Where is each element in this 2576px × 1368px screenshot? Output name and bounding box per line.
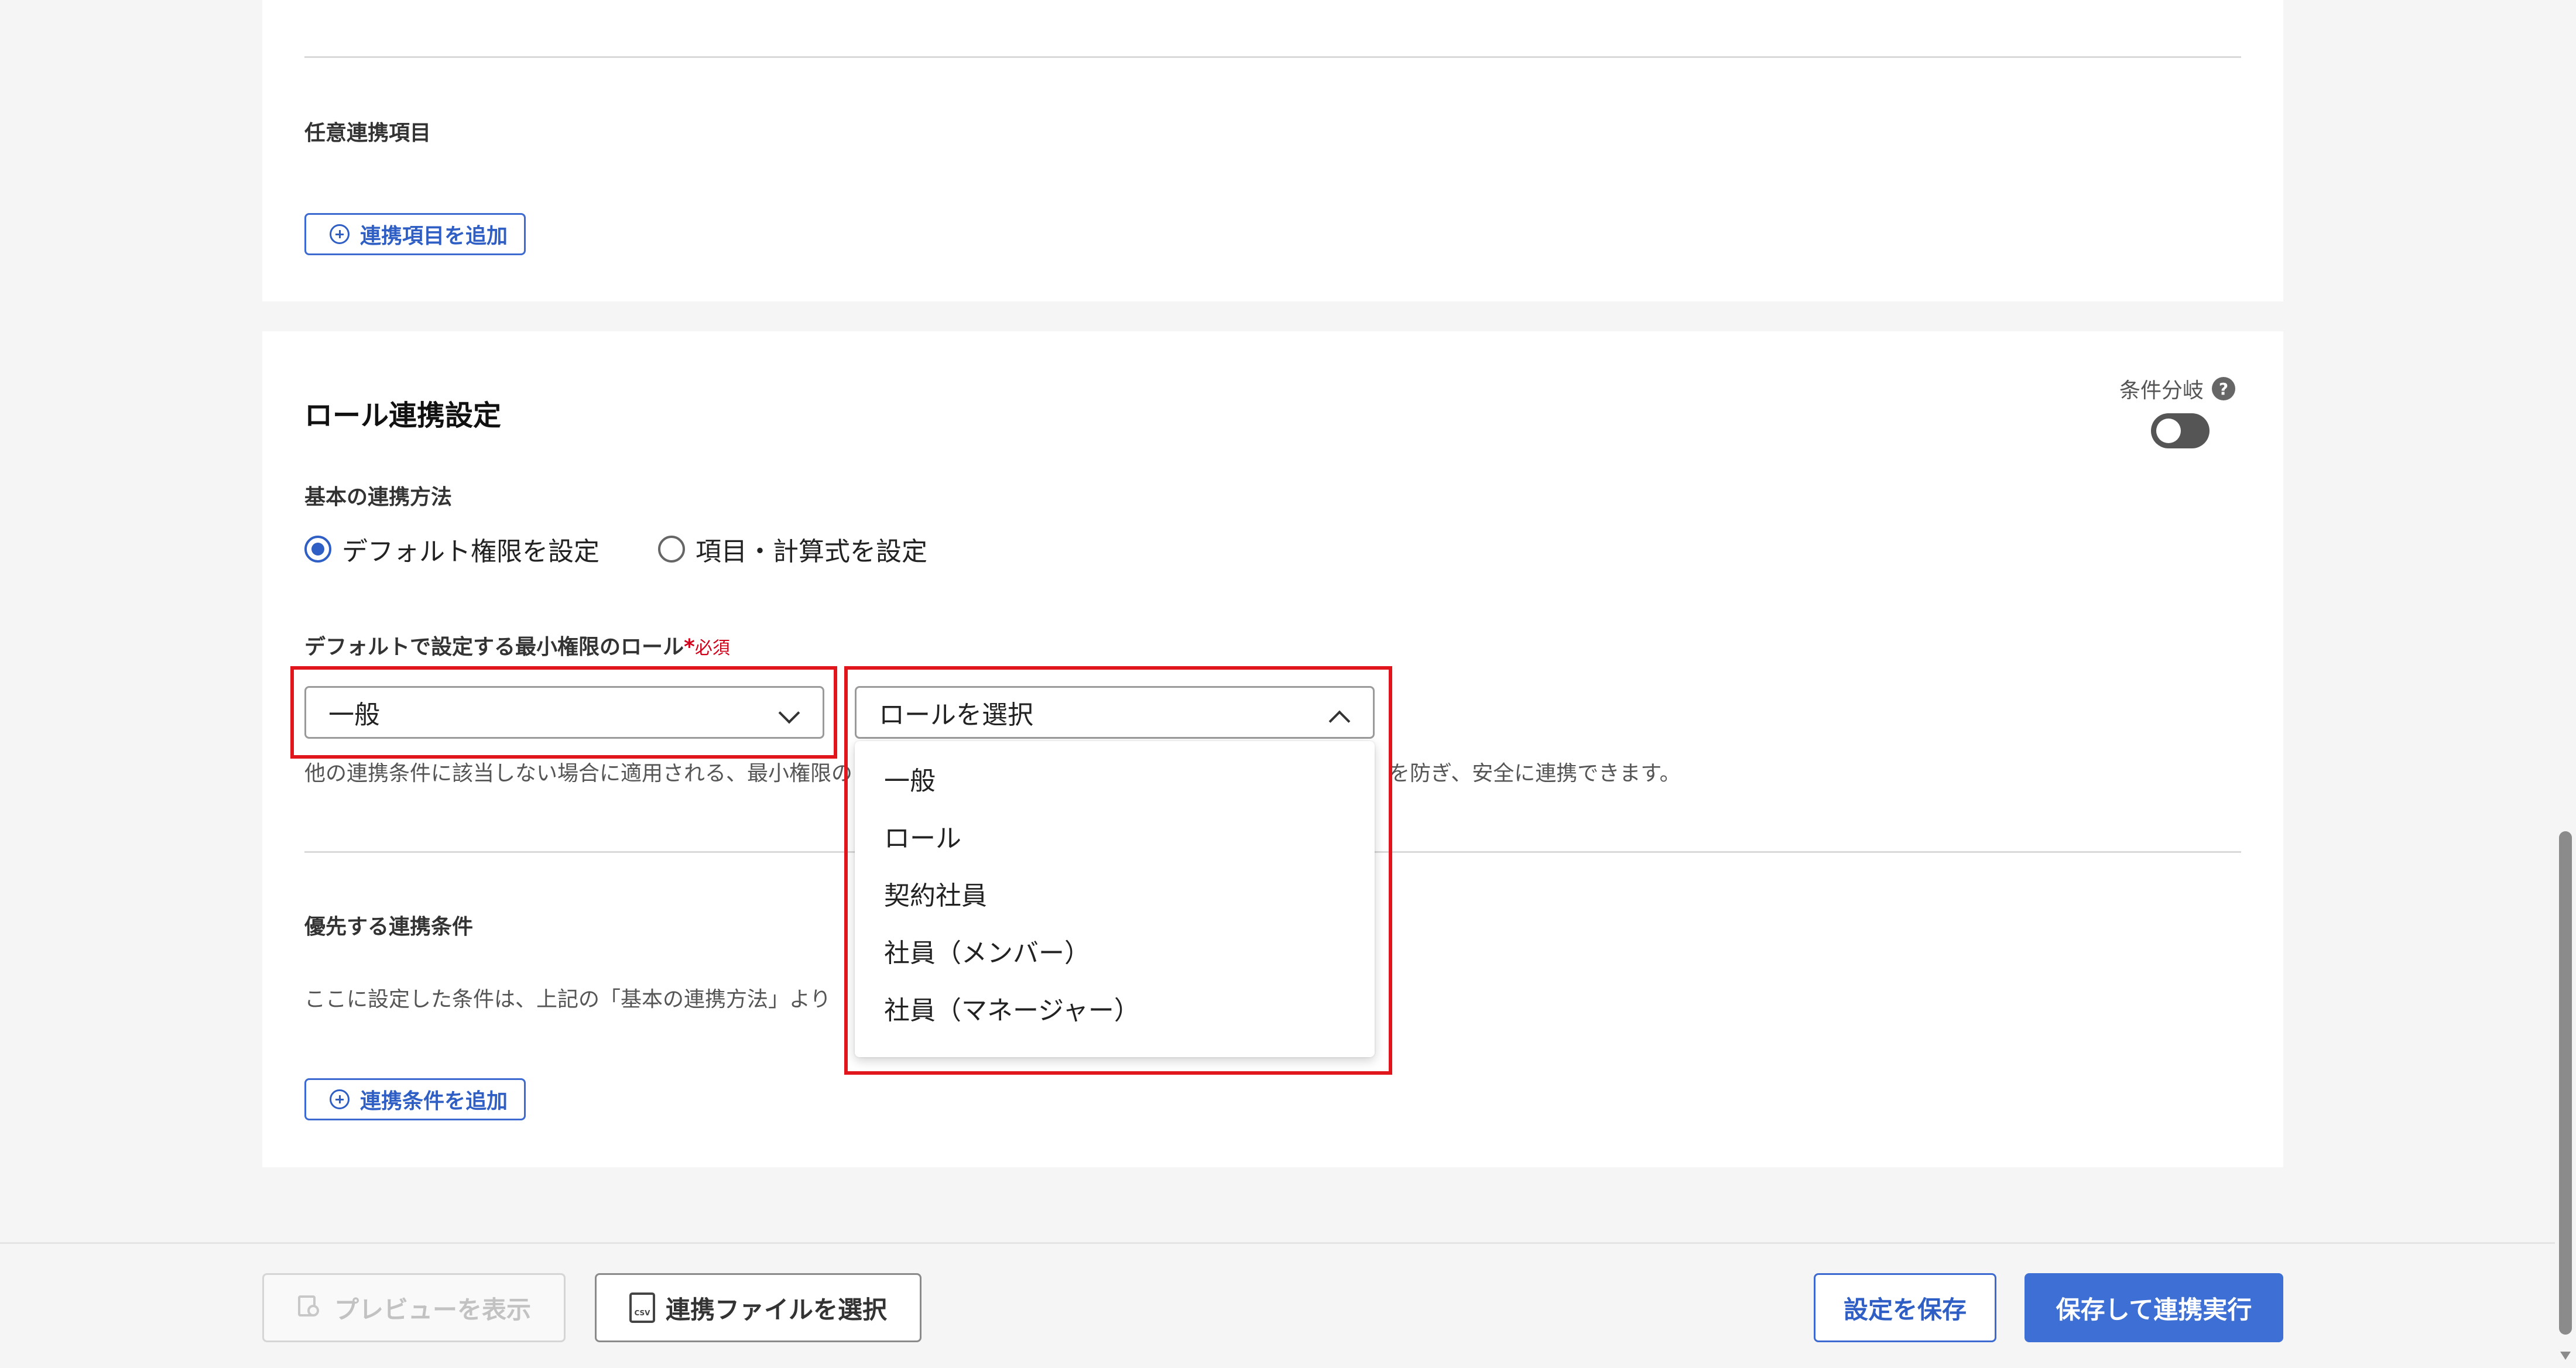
default-role-help-text-right: を防ぎ、安全に連携できます。 (1389, 762, 1681, 786)
add-optional-item-label: 連携項目を追加 (360, 224, 508, 248)
radio-button-unchecked[interactable] (658, 536, 685, 563)
radio-default-permission-label: デフォルト権限を設定 (342, 537, 600, 567)
preview-icon (297, 1294, 324, 1321)
footer-bar: プレビューを表示 CSV 連携ファイルを選択 設定を保存 保存して連携実行 (0, 1242, 2555, 1368)
add-optional-item-button[interactable]: 連携項目を追加 (304, 213, 526, 255)
radio-default-permission[interactable]: デフォルト権限を設定 (304, 530, 600, 568)
required-text: 必須 (694, 638, 730, 659)
basic-method-label: 基本の連携方法 (304, 485, 453, 509)
add-condition-button[interactable]: 連携条件を追加 (304, 1078, 526, 1120)
default-role-label-text: デフォルトで設定する最小権限のロール (304, 635, 684, 659)
radio-field-formula[interactable]: 項目・計算式を設定 (658, 530, 927, 568)
required-asterisk: * (684, 635, 695, 659)
radio-field-formula-label: 項目・計算式を設定 (696, 537, 927, 567)
select-file-button-label: 連携ファイルを選択 (665, 1295, 887, 1324)
condition-branch: 条件分岐 ? (2119, 373, 2236, 404)
default-role-label: デフォルトで設定する最小権限のロール*必須 (304, 630, 730, 660)
priority-help-text: ここに設定した条件は、上記の「基本の連携方法」より (304, 988, 831, 1012)
save-and-run-button[interactable]: 保存して連携実行 (2025, 1273, 2283, 1342)
divider (304, 56, 2241, 58)
vertical-scrollbar[interactable] (2555, 0, 2576, 1368)
preview-button-label: プレビューを表示 (334, 1295, 531, 1324)
role-section-title: ロール連携設定 (304, 399, 502, 432)
save-and-run-button-label: 保存して連携実行 (2056, 1295, 2252, 1324)
question-circle-icon[interactable]: ? (2212, 377, 2236, 400)
toggle-knob (2156, 419, 2181, 443)
scrollbar-thumb[interactable] (2559, 831, 2572, 1335)
default-role-help-text-left: 他の連携条件に該当しない場合に適用される、最小権限の (304, 762, 853, 786)
add-condition-label: 連携条件を追加 (360, 1089, 508, 1113)
save-settings-button[interactable]: 設定を保存 (1814, 1273, 1996, 1342)
radio-button-checked[interactable] (304, 536, 331, 563)
highlight-box (290, 666, 837, 759)
csv-file-icon: CSV (629, 1292, 655, 1323)
priority-conditions-label: 優先する連携条件 (304, 915, 474, 939)
optional-items-card: 任意連携項目 連携項目を追加 (262, 0, 2283, 301)
plus-circle-icon (330, 1089, 350, 1109)
plus-circle-icon (330, 224, 350, 244)
condition-branch-toggle[interactable] (2151, 413, 2210, 448)
highlight-box (844, 666, 1392, 1075)
select-file-button[interactable]: CSV 連携ファイルを選択 (595, 1273, 922, 1342)
scroll-down-arrow-icon[interactable] (2560, 1352, 2571, 1360)
optional-items-label: 任意連携項目 (304, 121, 431, 145)
preview-button[interactable]: プレビューを表示 (262, 1273, 566, 1342)
page: 任意連携項目 連携項目を追加 ロール連携設定 条件分岐 ? 基本の連携方法 デフ… (0, 0, 2576, 1368)
save-settings-button-label: 設定を保存 (1843, 1295, 1967, 1324)
condition-branch-label: 条件分岐 (2119, 379, 2204, 403)
